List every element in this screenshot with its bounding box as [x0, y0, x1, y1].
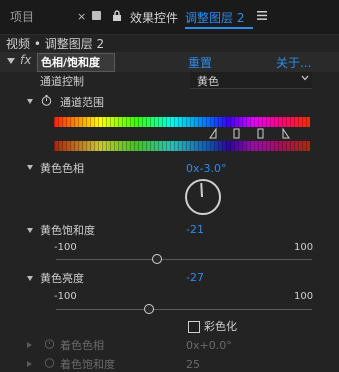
- colorize-saturation-label: 着色饱和度: [60, 358, 115, 371]
- saturation-slider-track[interactable]: [56, 259, 312, 260]
- colorize-checkbox[interactable]: [188, 321, 200, 333]
- saturation-max: 100: [294, 242, 314, 253]
- tab-layer-name[interactable]: 调整图层 2: [185, 9, 244, 26]
- twirl-down-icon[interactable]: [27, 228, 33, 233]
- breadcrumb: 视频 • 调整图层 2: [6, 37, 105, 51]
- channel-range-top-bar: [54, 117, 310, 127]
- twirl-right-icon[interactable]: [27, 342, 32, 348]
- tab-project[interactable]: 项目: [10, 8, 34, 25]
- colorize-label: 彩色化: [204, 320, 237, 333]
- channel-control-value: 黄色: [197, 75, 219, 88]
- menu-icon[interactable]: [257, 11, 267, 20]
- saturation-slider-thumb[interactable]: [152, 254, 163, 264]
- saturation-min: -100: [54, 242, 77, 253]
- twirl-down-icon[interactable]: [27, 165, 33, 170]
- twirl-down-icon[interactable]: [27, 276, 33, 281]
- colorize-saturation-value: 25: [186, 358, 200, 371]
- lock-icon[interactable]: [112, 10, 122, 21]
- fx-toggle[interactable]: fx: [20, 53, 31, 67]
- channel-range-label: 通道范围: [60, 96, 104, 109]
- lightness-max: 100: [294, 291, 314, 302]
- yellow-saturation-value[interactable]: -21: [186, 223, 204, 236]
- twirl-down-icon[interactable]: [7, 58, 15, 64]
- chevron-down-icon: [301, 75, 309, 81]
- yellow-lightness-value[interactable]: -27: [186, 271, 204, 284]
- yellow-hue-label: 黄色色相: [40, 162, 84, 175]
- stopwatch-icon[interactable]: [41, 95, 52, 106]
- yellow-hue-value[interactable]: 0x-3.0°: [186, 162, 226, 175]
- about-link[interactable]: 关于...: [276, 54, 311, 71]
- close-icon[interactable]: ×: [77, 10, 86, 23]
- twirl-down-icon[interactable]: [27, 99, 33, 104]
- lightness-slider-thumb[interactable]: [144, 304, 155, 314]
- effect-name: 色相/饱和度: [41, 56, 101, 69]
- channel-range-bottom-bar: [54, 141, 310, 151]
- stopwatch-icon: [44, 358, 55, 368]
- active-tab-indicator: [185, 27, 253, 29]
- panel-square-icon: [92, 11, 101, 20]
- yellow-saturation-label: 黄色饱和度: [40, 224, 95, 237]
- yellow-lightness-label: 黄色亮度: [40, 272, 84, 285]
- tab-effect-controls[interactable]: 效果控件: [130, 9, 178, 26]
- range-markers[interactable]: [208, 127, 294, 139]
- twirl-right-icon[interactable]: [27, 361, 32, 367]
- lightness-slider-track[interactable]: [56, 309, 312, 310]
- colorize-hue-label: 着色色相: [60, 339, 104, 352]
- lightness-min: -100: [54, 291, 77, 302]
- channel-control-label: 通道控制: [40, 75, 84, 88]
- stopwatch-icon: [44, 339, 55, 349]
- colorize-hue-value: 0x+0.0°: [186, 339, 232, 352]
- hue-dial[interactable]: [185, 179, 221, 215]
- reset-link[interactable]: 重置: [188, 54, 212, 71]
